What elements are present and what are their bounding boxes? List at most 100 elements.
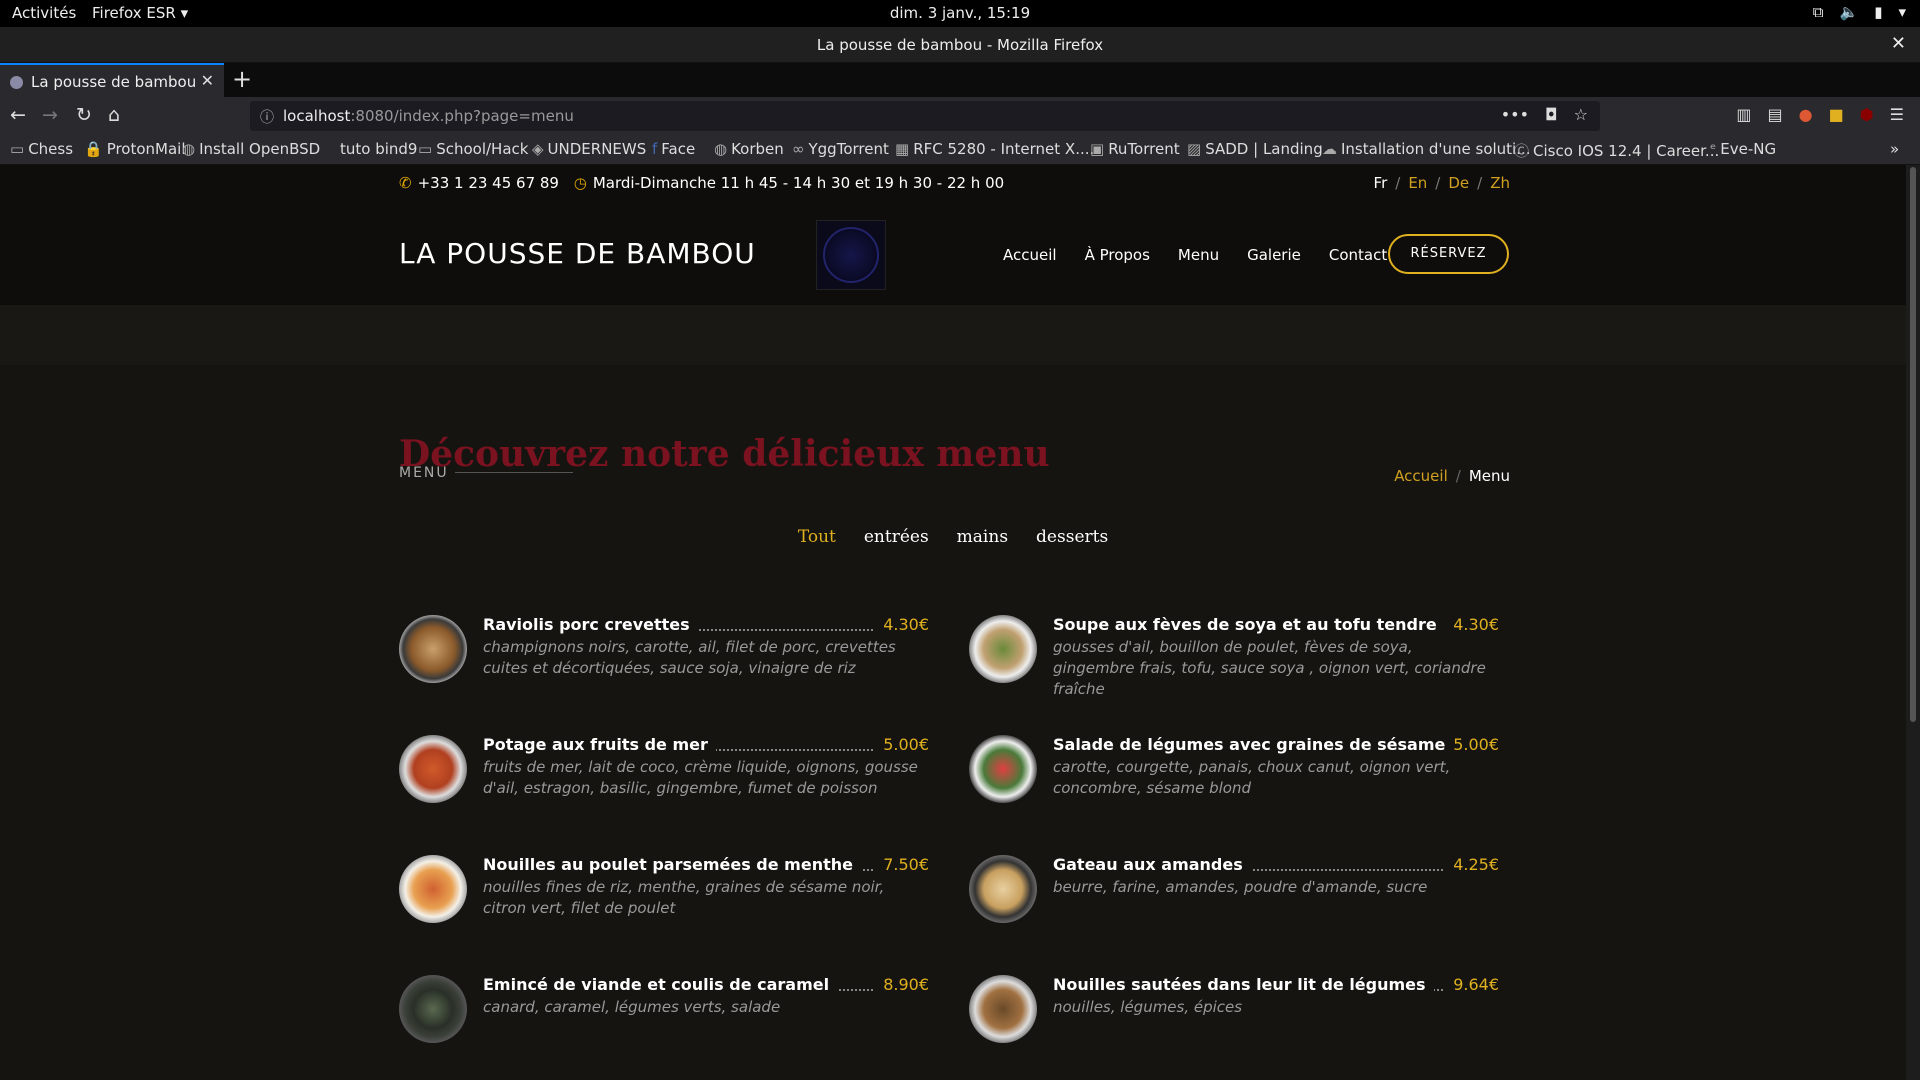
dish-price: 9.64€	[1445, 975, 1499, 994]
globe-icon: ◍	[182, 140, 196, 158]
browser-tab[interactable]: La pousse de bambou ✕	[0, 63, 224, 97]
url-text[interactable]: localhost:8080/index.php?page=menu	[283, 107, 574, 125]
bookmark-item[interactable]: ◈ UNDERNEWS	[532, 140, 646, 158]
link-icon: ∞	[792, 140, 805, 158]
menu-item[interactable]: Nouilles au poulet parsemées de menthe 7…	[399, 855, 929, 935]
clock[interactable]: dim. 3 janv., 15:19	[0, 4, 1920, 22]
filter-entrees[interactable]: entrées	[864, 527, 929, 547]
forward-icon[interactable]: →	[42, 104, 58, 126]
bookmark-item[interactable]: ☁ Installation d'une soluti...	[1322, 140, 1531, 158]
dish-image	[969, 735, 1037, 803]
window-title: La pousse de bambou - Mozilla Firefox	[816, 36, 1104, 54]
dish-name: Raviolis porc crevettes	[483, 615, 698, 634]
dish-name: Nouilles au poulet parsemées de menthe	[483, 855, 861, 874]
eve-ng-icon: ᵉ	[1710, 140, 1717, 158]
rutorrent-icon: ▣	[1090, 140, 1105, 158]
filter-desserts[interactable]: desserts	[1036, 527, 1108, 547]
chevron-down-icon: ▾	[1898, 3, 1906, 21]
page-actions-icon[interactable]: •••	[1501, 105, 1529, 124]
lang-en[interactable]: En	[1408, 174, 1427, 192]
bookmark-item[interactable]: ▦ RFC 5280 - Internet X....	[895, 140, 1094, 158]
bookmark-item[interactable]: Ⓒ Cisco IOS 12.4 | Career...	[1514, 140, 1719, 161]
bookmark-item[interactable]: ▭ School/Hack	[418, 140, 528, 158]
bookmarks-toolbar: ▭ Chess 🔒 ProtonMail ◍ Install OpenBSD tuto…	[0, 135, 1920, 165]
hamburger-menu-icon[interactable]: ☰	[1890, 105, 1904, 124]
bookmark-item[interactable]: ◍ Install OpenBSD	[182, 140, 320, 158]
bookmark-item[interactable]: ᵉ Eve-NG	[1710, 140, 1776, 158]
site-info-icon[interactable]: ⓘ	[260, 107, 274, 127]
nav-accueil[interactable]: Accueil	[1003, 246, 1057, 264]
url-bar[interactable]: ⓘ localhost:8080/index.php?page=menu •••…	[250, 101, 1600, 131]
menu-item[interactable]: Soupe aux fèves de soya et au tofu tendr…	[969, 615, 1499, 698]
facebook-icon: f	[652, 140, 658, 158]
dish-name: Gateau aux amandes	[1053, 855, 1251, 874]
nav-contact[interactable]: Contact	[1329, 246, 1387, 264]
lock-icon: 🔒	[84, 140, 103, 158]
cloud-icon: ☁	[1322, 140, 1337, 158]
filter-mains[interactable]: mains	[957, 527, 1008, 547]
reload-icon[interactable]: ↻	[76, 104, 92, 126]
dish-price: 5.00€	[1445, 735, 1499, 754]
scrollbar-thumb[interactable]	[1910, 167, 1916, 722]
url-host: localhost	[283, 107, 351, 125]
dish-price: 4.30€	[1445, 615, 1499, 634]
site-brand[interactable]: LA POUSSE DE BAMBOU	[399, 237, 756, 270]
breadcrumb-current: Menu	[1468, 467, 1510, 485]
new-tab-icon[interactable]: +	[232, 65, 252, 93]
menu-item[interactable]: Salade de légumes avec graines de sésame…	[969, 735, 1499, 815]
system-tray[interactable]: ⧉ 🔈 ▮ ▾	[1813, 3, 1906, 21]
phone-icon: ✆	[399, 174, 412, 192]
nav-a-propos[interactable]: À Propos	[1085, 246, 1150, 264]
dish-description: champignons noirs, carotte, ail, filet d…	[483, 638, 896, 677]
menu-item[interactable]: Potage aux fruits de mer 5.00€ fruits de…	[399, 735, 929, 815]
menu-item[interactable]: Nouilles sautées dans leur lit de légume…	[969, 975, 1499, 1055]
os-top-bar: Activités Firefox ESR ▾ dim. 3 janv., 15…	[0, 0, 1920, 27]
bookmark-item[interactable]: ◍ Korben	[714, 140, 784, 158]
bookmark-item[interactable]: 🔒 ProtonMail	[84, 140, 186, 158]
bookmark-item[interactable]: ∞ YggTorrent	[792, 140, 889, 158]
sidebar-icon[interactable]: ▤	[1767, 105, 1782, 124]
site-logo[interactable]	[816, 220, 886, 290]
navigation-toolbar: ← → ↻ ⌂ ⓘ localhost:8080/index.php?page=…	[0, 97, 1920, 135]
bookmark-item[interactable]: ▭ Chess	[10, 140, 73, 158]
nav-galerie[interactable]: Galerie	[1247, 246, 1301, 264]
globe-icon: ◍	[714, 140, 728, 158]
lang-zh[interactable]: Zh	[1490, 174, 1510, 192]
bookmark-item[interactable]: f Face	[652, 140, 695, 158]
menu-item[interactable]: Raviolis porc crevettes 4.30€ champignon…	[399, 615, 929, 695]
bookmarks-overflow-icon[interactable]: »	[1890, 140, 1899, 158]
back-icon[interactable]: ←	[10, 104, 26, 126]
extension-notes-icon[interactable]: ■	[1829, 105, 1844, 124]
logo-emblem	[823, 227, 879, 283]
page-scrollbar[interactable]	[1906, 165, 1920, 1080]
filter-tout[interactable]: Tout	[798, 527, 836, 547]
lang-fr[interactable]: Fr	[1374, 174, 1388, 192]
lang-de[interactable]: De	[1448, 174, 1469, 192]
image-icon: ▨	[1187, 140, 1202, 158]
dish-image	[399, 975, 467, 1043]
close-window-icon[interactable]: ✕	[1891, 33, 1906, 54]
breadcrumb-home[interactable]: Accueil	[1394, 467, 1448, 485]
language-switcher: Fr / En / De / Zh	[1373, 174, 1510, 192]
menu-item[interactable]: Gateau aux amandes 4.25€ beurre, farine,…	[969, 855, 1499, 935]
dish-image	[969, 975, 1037, 1043]
extension-duckduckgo-icon[interactable]: ●	[1799, 105, 1813, 124]
close-tab-icon[interactable]: ✕	[201, 71, 214, 90]
bookmark-item[interactable]: tuto bind9	[340, 140, 417, 158]
pocket-icon[interactable]: ◘	[1545, 105, 1558, 124]
document-icon: ▦	[895, 140, 910, 158]
shield-icon: ◈	[532, 140, 544, 158]
extension-ublock-icon[interactable]: ⬢	[1860, 105, 1874, 124]
bookmark-star-icon[interactable]: ☆	[1574, 105, 1588, 124]
library-icon[interactable]: ▥	[1736, 105, 1751, 124]
bookmark-item[interactable]: ▨ SADD | Landing	[1187, 140, 1323, 158]
opening-hours: Mardi-Dimanche 11 h 45 - 14 h 30 et 19 h…	[592, 174, 1005, 192]
bookmark-item[interactable]: ▣ RuTorrent	[1090, 140, 1180, 158]
tab-label: La pousse de bambou	[31, 73, 197, 91]
home-icon[interactable]: ⌂	[108, 104, 120, 126]
menu-item[interactable]: Emincé de viande et coulis de caramel 8.…	[399, 975, 929, 1055]
web-page: ✆ +33 1 23 45 67 89 ◷ Mardi-Dimanche 11 h …	[0, 165, 1906, 1080]
reserve-button[interactable]: RÉSERVEZ	[1388, 234, 1509, 274]
dish-description: carotte, courgette, panais, choux canut,…	[1053, 758, 1451, 797]
nav-menu[interactable]: Menu	[1178, 246, 1219, 264]
